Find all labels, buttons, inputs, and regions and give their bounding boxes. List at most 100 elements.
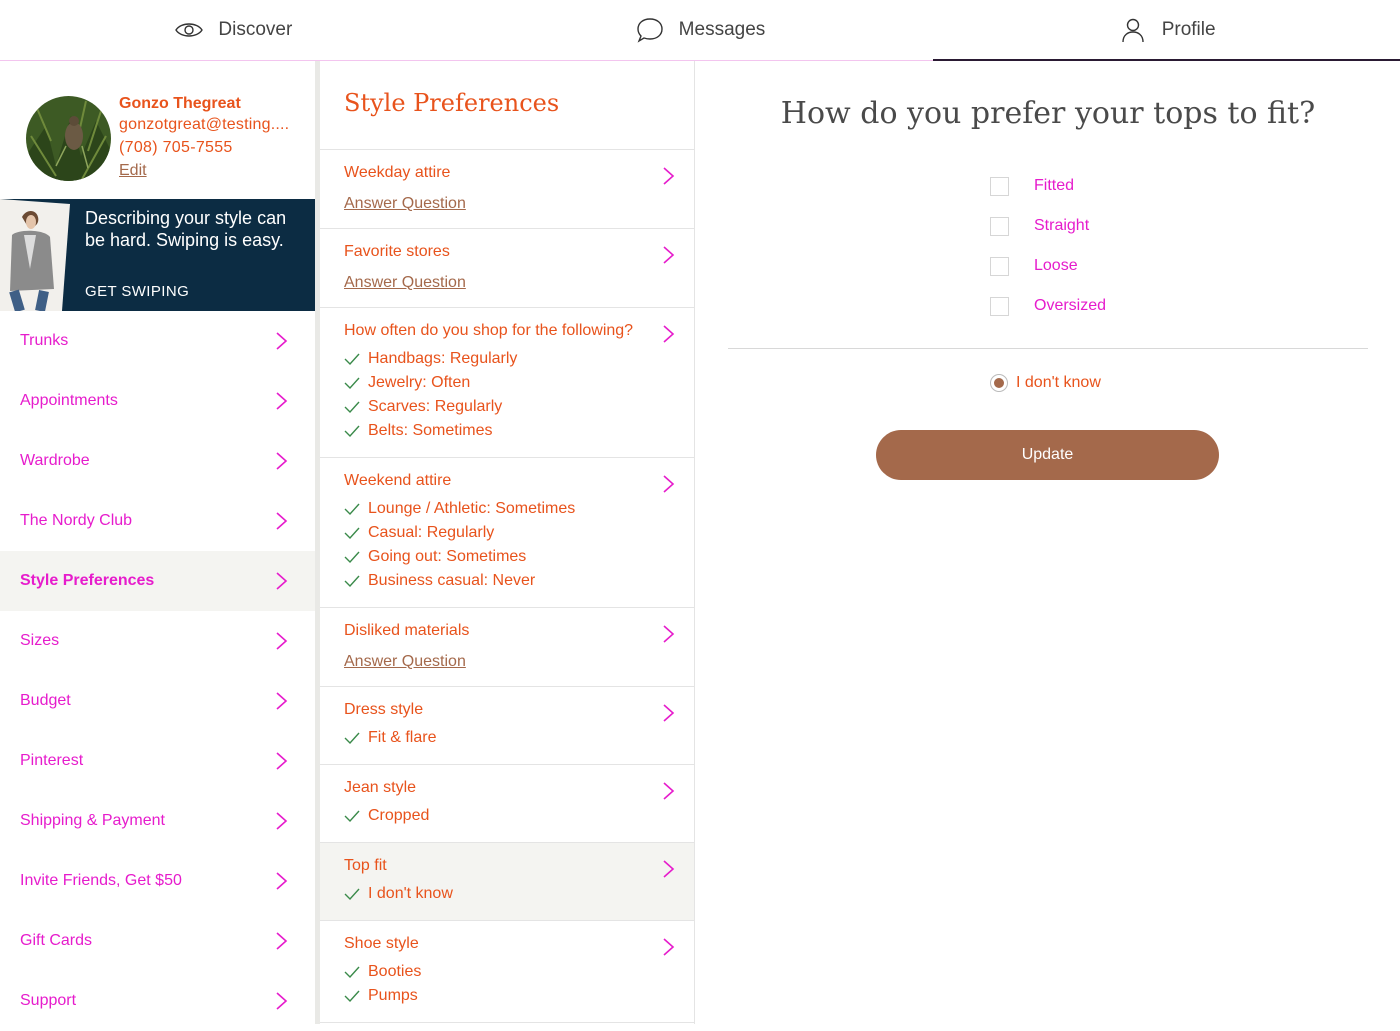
get-swiping-button[interactable]: GET SWIPING <box>85 283 189 300</box>
question-title: Top fit <box>344 857 387 874</box>
avatar <box>26 96 111 181</box>
sidebar-item-wardrobe[interactable]: Wardrobe <box>0 431 315 491</box>
answer-list: Booties Pumps <box>344 960 670 1008</box>
sidebar-item-label: Budget <box>20 692 71 709</box>
answer-question-link[interactable]: Answer Question <box>344 652 670 672</box>
sidebar-item-shipping-payment[interactable]: Shipping & Payment <box>0 791 315 851</box>
checkmark-icon <box>344 551 360 563</box>
tab-profile[interactable]: Profile <box>933 0 1400 61</box>
option-straight[interactable]: Straight <box>990 216 1106 236</box>
answer-item: Casual: Regularly <box>344 521 670 545</box>
checkmark-icon <box>344 527 360 539</box>
checkmark-icon <box>344 810 360 822</box>
sidebar-item-budget[interactable]: Budget <box>0 671 315 731</box>
checkbox[interactable] <box>990 216 1009 236</box>
sidebar-item-appointments[interactable]: Appointments <box>0 371 315 431</box>
question-item-weekday-attire[interactable]: Weekday attire Answer Question <box>320 150 694 229</box>
answer-text: Fit & flare <box>368 729 437 746</box>
answer-item: Jewelry: Often <box>344 371 670 395</box>
checkbox[interactable] <box>990 296 1009 316</box>
checkmark-icon <box>344 503 360 515</box>
chevron-right-icon <box>276 812 288 830</box>
sidebar-item-nordy-club[interactable]: The Nordy Club <box>0 491 315 551</box>
option-label: Oversized <box>1034 297 1107 314</box>
question-item-shopping-frequency[interactable]: How often do you shop for the following?… <box>320 308 694 458</box>
question-title: Dress style <box>344 701 424 718</box>
question-item-top-fit[interactable]: Top fit I don't know <box>320 843 694 921</box>
chevron-right-icon <box>276 572 288 590</box>
chevron-right-icon <box>276 512 288 530</box>
answer-item: Cropped <box>344 804 670 828</box>
option-oversized[interactable]: Oversized <box>990 296 1106 316</box>
chevron-right-icon <box>663 167 675 185</box>
tab-discover[interactable]: Discover <box>0 0 467 60</box>
sidebar-item-pinterest[interactable]: Pinterest <box>0 731 315 791</box>
chevron-right-icon <box>663 246 675 264</box>
sidebar-item-label: Gift Cards <box>20 932 93 949</box>
promo-text: Describing your style can be hard. Swipi… <box>85 208 287 250</box>
checkmark-icon <box>344 401 360 413</box>
radio-selected-dot <box>994 378 1004 388</box>
chevron-right-icon <box>276 392 288 410</box>
sidebar-item-style-preferences[interactable]: Style Preferences <box>0 551 315 611</box>
swipe-promo-banner[interactable]: Describing your style can be hard. Swipi… <box>0 199 315 311</box>
option-loose[interactable]: Loose <box>990 256 1106 276</box>
chevron-right-icon <box>276 992 288 1010</box>
style-preferences-title: Style Preferences <box>320 61 694 150</box>
question-item-favorite-stores[interactable]: Favorite stores Answer Question <box>320 229 694 308</box>
sidebar-item-label: Invite Friends, Get $50 <box>20 872 182 889</box>
answer-item: Going out: Sometimes <box>344 545 670 569</box>
tab-messages[interactable]: Messages <box>467 0 934 60</box>
update-button[interactable]: Update <box>876 430 1219 480</box>
top-nav: Discover Messages Profile <box>0 0 1400 61</box>
chevron-right-icon <box>276 332 288 350</box>
answer-text: Booties <box>368 963 422 980</box>
answer-text: Business casual: Never <box>368 572 536 589</box>
answer-list: I don't know <box>344 882 670 906</box>
sidebar-item-label: Sizes <box>20 632 60 649</box>
answer-item: Business casual: Never <box>344 569 670 593</box>
model-photo <box>0 199 70 311</box>
tab-profile-label: Profile <box>1161 19 1216 40</box>
answer-question-link[interactable]: Answer Question <box>344 273 670 293</box>
sidebar-item-trunks[interactable]: Trunks <box>0 311 315 371</box>
sidebar-item-support[interactable]: Support <box>0 971 315 1031</box>
question-item-shoe-style[interactable]: Shoe style Booties Pumps <box>320 921 694 1023</box>
question-panel: How do you prefer your tops to fit? Fitt… <box>696 61 1400 1024</box>
answer-question-link[interactable]: Answer Question <box>344 194 670 214</box>
option-fitted[interactable]: Fitted <box>990 176 1106 196</box>
profile-name: Gonzo Thegreat <box>119 95 241 112</box>
question-item-disliked-materials[interactable]: Disliked materials Answer Question <box>320 608 694 687</box>
sidebar-item-label: The Nordy Club <box>20 512 133 529</box>
question-item-dress-style[interactable]: Dress style Fit & flare <box>320 687 694 765</box>
sidebar-item-gift-cards[interactable]: Gift Cards <box>0 911 315 971</box>
chevron-right-icon <box>276 692 288 710</box>
question-heading: How do you prefer your tops to fit? <box>780 96 1316 131</box>
answer-text: Scarves: Regularly <box>368 398 503 415</box>
chevron-right-icon <box>663 325 675 343</box>
chevron-right-icon <box>276 752 288 770</box>
radio-button[interactable] <box>990 374 1008 392</box>
answer-item: Scarves: Regularly <box>344 395 670 419</box>
question-title: Shoe style <box>344 935 419 952</box>
divider <box>728 348 1368 349</box>
question-title: Favorite stores <box>344 243 450 260</box>
chevron-right-icon <box>663 860 675 878</box>
sidebar-item-invite-friends[interactable]: Invite Friends, Get $50 <box>0 851 315 911</box>
checkmark-icon <box>344 425 360 437</box>
edit-profile-link[interactable]: Edit <box>119 162 147 180</box>
checkbox[interactable] <box>990 256 1009 276</box>
question-item-weekend-attire[interactable]: Weekend attire Lounge / Athletic: Someti… <box>320 458 694 608</box>
sidebar-item-sizes[interactable]: Sizes <box>0 611 315 671</box>
chevron-right-icon <box>663 782 675 800</box>
chevron-right-icon <box>276 872 288 890</box>
checkbox[interactable] <box>990 176 1009 196</box>
question-title: Weekend attire <box>344 472 452 489</box>
answer-text: Cropped <box>368 807 430 824</box>
dont-know-option[interactable]: I don't know <box>990 374 1101 392</box>
sidebar-item-label: Pinterest <box>20 752 84 769</box>
sidebar-item-label: Wardrobe <box>20 452 90 469</box>
question-item-jean-style[interactable]: Jean style Cropped <box>320 765 694 843</box>
answer-list: Fit & flare <box>344 726 670 750</box>
answer-text: Pumps <box>368 987 418 1004</box>
